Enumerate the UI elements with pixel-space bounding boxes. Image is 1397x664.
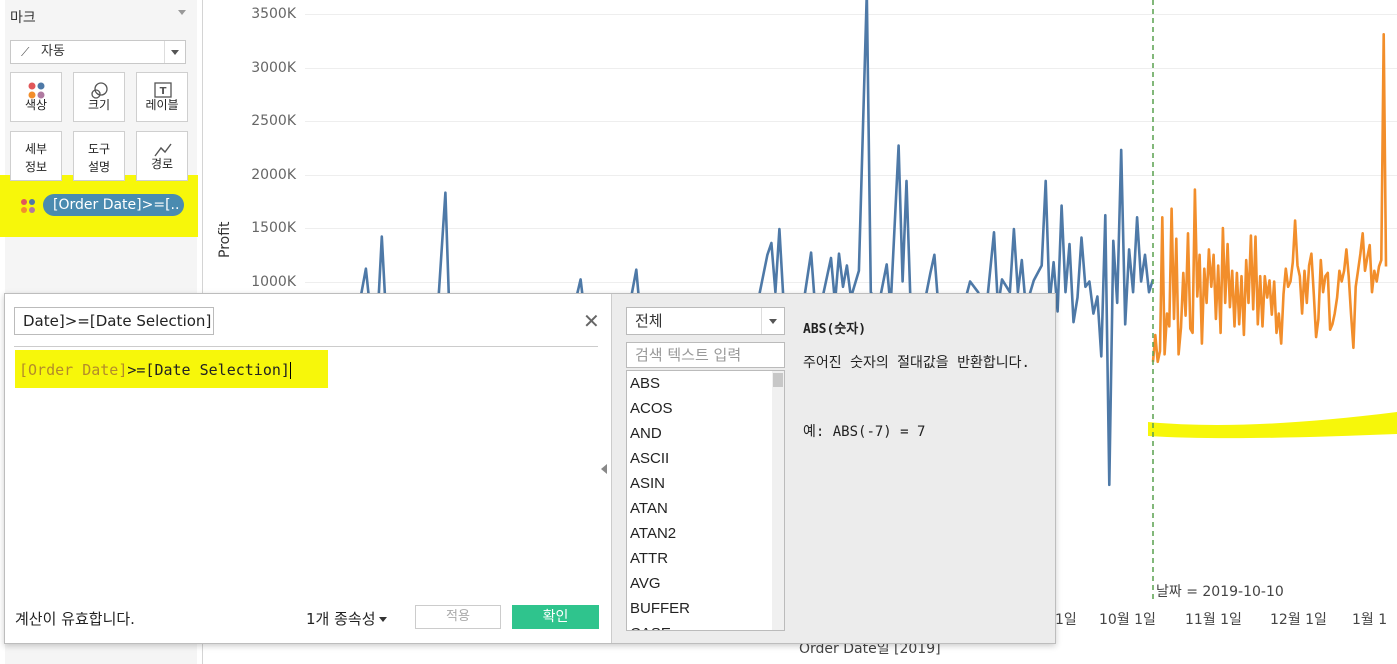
dependencies-dropdown[interactable]: 1개 종속성 [306,608,387,629]
calc-name-field[interactable]: Date]>=[Date Selection] [14,307,214,335]
function-item[interactable]: BUFFER [627,596,784,621]
x-tick-label: 1월 1 [1352,612,1388,628]
divider [14,346,598,347]
x-tick-label: 11월 1일 [1185,612,1242,628]
scrollbar[interactable] [772,371,784,630]
mark-type-value: 자동 [41,44,65,59]
label-button-label: 레이블 [145,98,179,112]
function-category-select[interactable]: 전체 [626,307,785,335]
function-item[interactable]: AVG [627,571,784,596]
function-category-value: 전체 [635,312,663,330]
chevron-down-icon[interactable] [164,41,185,63]
function-help-example: 예: ABS(-7) = 7 [803,424,926,440]
marks-menu-arrow-icon[interactable] [178,10,186,15]
function-item[interactable]: ATAN [627,496,784,521]
function-items: ABS ACOS AND ASCII ASIN ATAN ATAN2 ATTR AVG BUFFE… [627,371,784,630]
calculation-dialog: Date]>=[Date Selection] ✕ [Order Date]>=… [4,293,1056,644]
function-item[interactable]: ASIN [627,471,784,496]
collapse-arrow-icon[interactable] [601,464,607,474]
function-item[interactable]: AND [627,421,784,446]
tooltip-button-label: 도구 설명 [87,142,111,174]
color-button[interactable]: 색상 [10,72,62,122]
tooltip-button[interactable]: 도구 설명 [73,131,125,181]
formula-editor[interactable]: [Order Date]>=[Date Selection] [19,361,291,379]
function-item[interactable]: ATAN2 [627,521,784,546]
function-list[interactable]: ABS ACOS AND ASCII ASIN ATAN ATAN2 ATTR AVG BUFFE… [626,370,785,631]
scrollbar-thumb[interactable] [773,373,783,387]
label-button[interactable]: T 레이블 [136,72,188,122]
calc-editor-panel: Date]>=[Date Selection] ✕ [Order Date]>=… [5,294,612,643]
path-button[interactable]: 경로 [136,131,188,181]
close-icon[interactable]: ✕ [583,309,600,333]
function-help-title: ABS(숫자) [803,322,867,337]
marks-title: 마크 [10,10,36,26]
function-item[interactable]: ACOS [627,396,784,421]
mark-type-select[interactable]: ⟋ 자동 [10,40,186,64]
size-button-label: 크기 [87,98,111,112]
size-button[interactable]: 크기 [73,72,125,122]
function-item[interactable]: ABS [627,371,784,396]
x-tick-label: 10월 1일 [1099,612,1156,628]
x-tick-label: 1일 [1055,612,1077,628]
dependencies-label: 1개 종속성 [306,610,376,628]
function-item[interactable]: ASCII [627,446,784,471]
line-mark-icon: ⟋ [21,45,30,59]
apply-button[interactable]: 적용 [415,605,501,629]
reference-line-label: 날짜 = 2019-10-10 [1156,584,1284,600]
chevron-down-icon [378,617,387,622]
function-help-description: 주어진 숫자의 절대값을 반환합니다. [803,355,1030,371]
text-caret [289,362,291,379]
yellow-highlight [1148,412,1397,439]
chevron-down-icon[interactable] [761,308,784,334]
detail-button-label: 세부 정보 [24,142,48,174]
order-date-pill[interactable]: [Order Date]>=[.. [43,194,184,216]
detail-button[interactable]: 세부 정보 [10,131,62,181]
formula-operator-token: >=[Date Selection] [127,361,290,379]
formula-field-token: [Order Date] [19,361,128,379]
series-line [1151,32,1388,364]
color-button-label: 색상 [24,98,48,112]
color-field-icon [21,199,35,213]
calc-status: 계산이 유효합니다. [15,610,135,628]
function-search-input[interactable]: 검색 텍스트 입력 [626,342,785,368]
path-button-label: 경로 [150,157,174,171]
function-reference-panel: 전체 검색 텍스트 입력 ABS ACOS AND ASCII ASIN ATAN ATAN… [612,294,1055,643]
function-item[interactable]: ATTR [627,546,784,571]
function-item[interactable]: CASE [627,621,784,630]
ok-button[interactable]: 확인 [512,605,599,629]
x-tick-label: 12월 1일 [1270,612,1327,628]
